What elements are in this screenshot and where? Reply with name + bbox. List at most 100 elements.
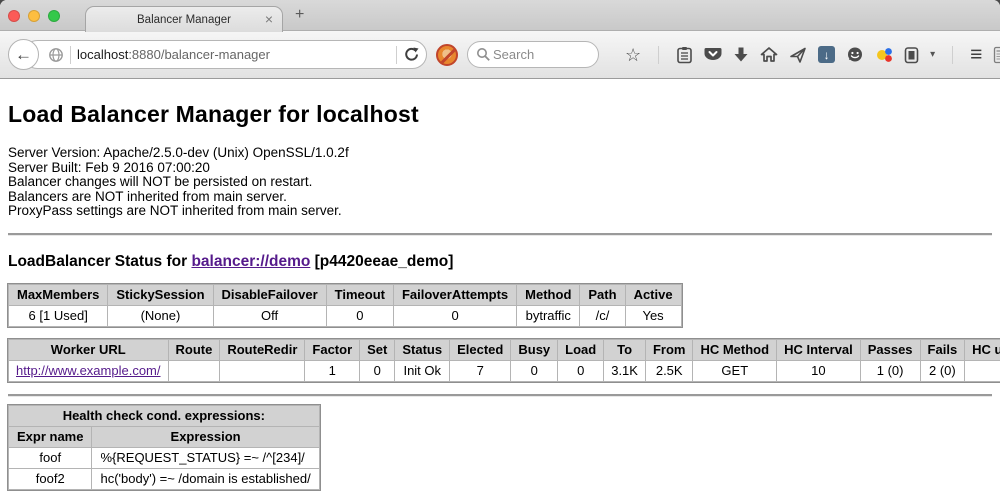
chevron-down-icon[interactable]: ▾ xyxy=(930,49,935,60)
column-header: Expr name xyxy=(9,426,92,447)
cell-hc-interval: 10 xyxy=(777,360,861,381)
cell-active: Yes xyxy=(625,305,681,326)
cell-factor: 1 xyxy=(305,360,360,381)
column-header: DisableFailover xyxy=(213,284,326,305)
pocket-icon[interactable] xyxy=(704,46,722,63)
column-header: Passes xyxy=(860,339,920,360)
colored-dots-addon-icon[interactable] xyxy=(875,46,893,64)
cell-fails: 2 (0) xyxy=(920,360,965,381)
toolbar-icons: ☆ ↓ xyxy=(625,43,1000,67)
table-row: 6 [1 Used] (None) Off 0 0 bytraffic /c/ … xyxy=(9,305,682,326)
column-header: Method xyxy=(517,284,580,305)
down-arrow-icon: ↓ xyxy=(824,48,830,62)
balancer-demo-link[interactable]: balancer://demo xyxy=(191,253,310,270)
cell-maxmembers: 6 [1 Used] xyxy=(9,305,108,326)
server-version-line: Server Version: Apache/2.5.0-dev (Unix) … xyxy=(8,146,992,161)
cell-expression: %{REQUEST_STATUS} =~ /^[234]/ xyxy=(92,447,319,468)
tab-close-icon[interactable]: × xyxy=(265,11,273,27)
table-header-row: Worker URL Route RouteRedir Factor Set S… xyxy=(9,339,1000,360)
column-header: Fails xyxy=(920,339,965,360)
tab-title: Balancer Manager xyxy=(137,14,231,26)
cell-expr-name: foof xyxy=(9,447,92,468)
column-header: Status xyxy=(395,339,450,360)
site-identity-globe-icon[interactable] xyxy=(48,47,64,63)
health-check-table: Health check cond. expressions: Expr nam… xyxy=(8,405,320,490)
back-button[interactable]: ← xyxy=(8,39,39,70)
divider xyxy=(70,46,71,64)
chat-smiley-icon[interactable] xyxy=(846,46,864,64)
column-header: RouteRedir xyxy=(220,339,305,360)
browser-window: Balancer Manager × + ← localhost:8880/ba… xyxy=(0,0,1000,491)
column-header: Busy xyxy=(511,339,558,360)
column-header: Load xyxy=(558,339,604,360)
minimize-window-button[interactable] xyxy=(28,10,40,22)
downloads-icon[interactable] xyxy=(733,46,749,63)
new-tab-button[interactable]: + xyxy=(295,6,304,24)
column-header: Timeout xyxy=(326,284,393,305)
cell-routeredir xyxy=(220,360,305,381)
search-input[interactable] xyxy=(491,46,581,63)
search-icon[interactable] xyxy=(476,47,491,62)
cell-expression: hc('body') =~ /domain is established/ xyxy=(92,468,319,489)
page-title: Load Balancer Manager for localhost xyxy=(8,101,992,128)
inherit-notice-line: Balancers are NOT inherited from main se… xyxy=(8,190,992,205)
column-header: Worker URL xyxy=(9,339,169,360)
bookmark-star-icon[interactable]: ☆ xyxy=(625,46,641,64)
url-text[interactable]: localhost:8880/balancer-manager xyxy=(77,47,390,62)
tab-bar: Balancer Manager × + xyxy=(0,0,1000,31)
persist-notice-line: Balancer changes will NOT be persisted o… xyxy=(8,175,992,190)
page-thumbnail-icon[interactable] xyxy=(993,46,1000,64)
divider xyxy=(396,46,397,64)
page-content: Load Balancer Manager for localhost Serv… xyxy=(0,101,1000,491)
cell-route xyxy=(168,360,220,381)
menu-icon[interactable]: ≡ xyxy=(970,43,982,67)
column-header: Expression xyxy=(92,426,319,447)
server-built-line: Server Built: Feb 9 2016 07:00:20 xyxy=(8,161,992,176)
column-header: Route xyxy=(168,339,220,360)
video-download-addon-icon[interactable]: ↓ xyxy=(818,46,835,63)
server-info: Server Version: Apache/2.5.0-dev (Unix) … xyxy=(8,146,992,219)
column-header: HC Method xyxy=(693,339,777,360)
cell-passes: 1 (0) xyxy=(860,360,920,381)
window-controls xyxy=(8,10,60,22)
cell-disablefailover: Off xyxy=(213,305,326,326)
cell-stickysession: (None) xyxy=(108,305,213,326)
divider xyxy=(658,46,659,64)
status-heading-prefix: LoadBalancer Status for xyxy=(8,253,191,270)
close-window-button[interactable] xyxy=(8,10,20,22)
worker-table: Worker URL Route RouteRedir Factor Set S… xyxy=(8,339,1000,382)
cell-set: 0 xyxy=(360,360,395,381)
cell-load: 0 xyxy=(558,360,604,381)
reload-icon[interactable] xyxy=(403,46,420,63)
worker-url-link[interactable]: http://www.example.com/ xyxy=(16,363,161,378)
zoom-window-button[interactable] xyxy=(48,10,60,22)
column-header: Elected xyxy=(450,339,511,360)
home-icon[interactable] xyxy=(760,46,778,63)
blocked-content-icon[interactable] xyxy=(436,44,458,66)
cell-hc-method: GET xyxy=(693,360,777,381)
cell-failoverattempts: 0 xyxy=(393,305,516,326)
cell-busy: 0 xyxy=(511,360,558,381)
url-domain: localhost xyxy=(77,47,128,62)
column-header: FailoverAttempts xyxy=(393,284,516,305)
balancer-settings-table: MaxMembers StickySession DisableFailover… xyxy=(8,284,682,327)
cell-method: bytraffic xyxy=(517,305,580,326)
column-header: To xyxy=(604,339,646,360)
search-bar[interactable] xyxy=(467,41,599,68)
send-page-icon[interactable] xyxy=(789,46,807,64)
divider xyxy=(8,394,992,397)
table-row: http://www.example.com/ 1 0 Init Ok 7 0 … xyxy=(9,360,1000,381)
column-header: Set xyxy=(360,339,395,360)
container-addon-icon[interactable] xyxy=(904,46,919,64)
column-header: From xyxy=(645,339,693,360)
cell-timeout: 0 xyxy=(326,305,393,326)
url-bar[interactable]: localhost:8880/balancer-manager xyxy=(23,40,427,69)
health-table-title: Health check cond. expressions: xyxy=(9,405,320,426)
clipboard-icon[interactable] xyxy=(676,46,693,64)
column-header: MaxMembers xyxy=(9,284,108,305)
table-row: foof %{REQUEST_STATUS} =~ /^[234]/ xyxy=(9,447,320,468)
divider xyxy=(952,46,953,64)
cell-to: 3.1K xyxy=(604,360,646,381)
browser-tab[interactable]: Balancer Manager × xyxy=(85,6,283,32)
table-row: foof2 hc('body') =~ /domain is establish… xyxy=(9,468,320,489)
